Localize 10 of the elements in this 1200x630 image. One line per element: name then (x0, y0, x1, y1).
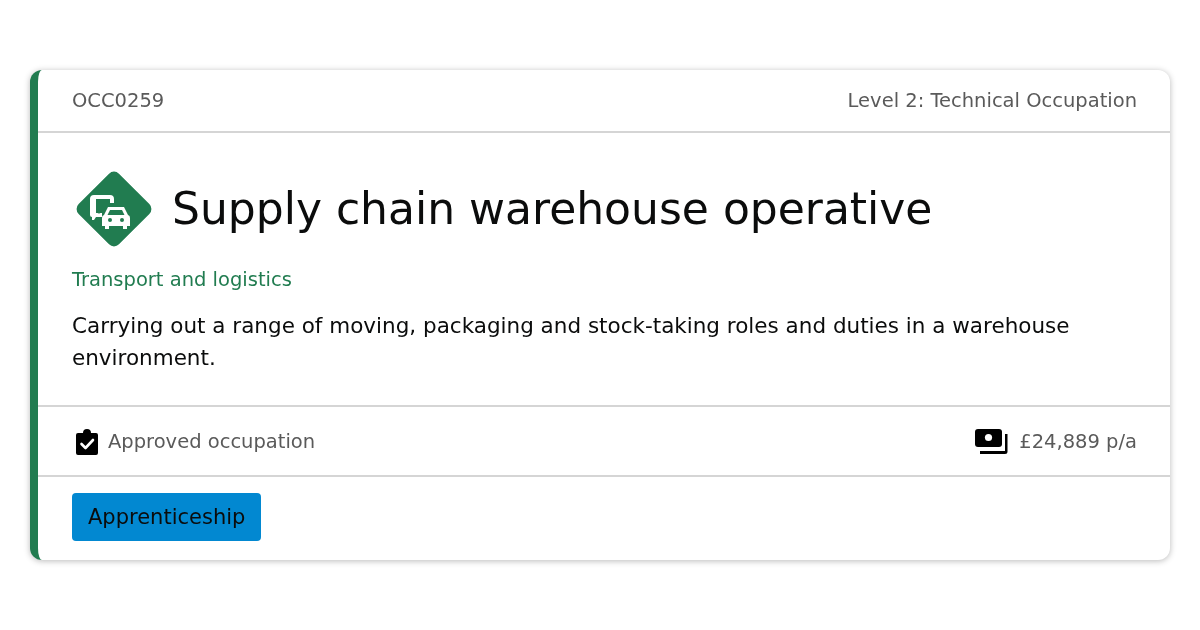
occupation-description: Carrying out a range of moving, packaging and stock-taking roles and duties in a warehouse environment. (72, 312, 1071, 372)
occupation-title: Supply chain warehouse operative (172, 182, 933, 236)
occupation-level: Level 2: Technical Occupation (847, 89, 1137, 112)
banknotes-icon (975, 428, 1010, 454)
clipboard-check-icon (76, 427, 98, 455)
route-tag: Apprenticeship (72, 493, 262, 541)
occupation-category: Transport and logistics (72, 267, 293, 293)
occupation-code: OCC0259 (72, 89, 165, 112)
approval-status: Approved occupation (108, 429, 316, 453)
salary-amount: £24,889 p/a (1019, 429, 1137, 453)
